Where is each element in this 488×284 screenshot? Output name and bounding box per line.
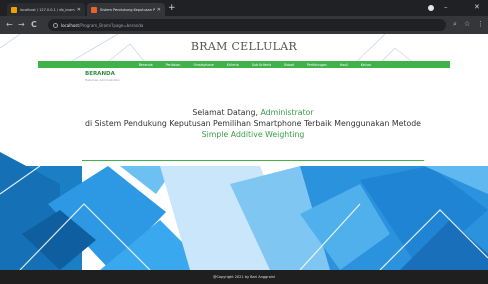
new-tab-icon[interactable]: + <box>168 3 176 13</box>
nav-perhitungan[interactable]: Perhitungan <box>307 63 327 67</box>
tab-title: localhost / 127.0.0.1 / db_bram <box>20 7 75 12</box>
nav-smartphone[interactable]: Smartphone <box>193 63 213 67</box>
copyright-text: @Copyright 2021 by Bari Anggraini <box>212 275 275 279</box>
page-subtitle: Halaman Administrator <box>85 78 120 82</box>
address-bar[interactable]: localhost /Program_Bram/?page=beranda <box>48 19 446 31</box>
method-name: Simple Additive Weighting <box>201 130 305 139</box>
main-nav: Beranda Penilaian Smartphone Kriteria Su… <box>38 61 450 68</box>
footer: @Copyright 2021 by Bari Anggraini <box>0 270 488 284</box>
url-host: localhost <box>61 22 79 28</box>
breadcrumb: BERANDA Halaman Administrator <box>82 69 424 85</box>
nav-sub-kriteria[interactable]: Sub Kriteria <box>252 63 271 67</box>
divider <box>82 160 424 161</box>
nav-beranda[interactable]: Beranda <box>139 63 153 67</box>
minimize-icon[interactable]: – <box>444 2 448 12</box>
welcome-greeting: Selamat Datang, Administrator <box>82 89 424 118</box>
site-info-icon[interactable] <box>53 22 58 28</box>
site-favicon-icon <box>91 6 97 13</box>
welcome-description: di Sistem Pendukung Keputusan Pemilihan … <box>85 119 421 128</box>
nav-bobot[interactable]: Bobot <box>284 63 294 67</box>
browser-tab-phpmyadmin[interactable]: localhost / 127.0.0.1 / db_bram ✕ <box>7 3 85 16</box>
browser-menu-icon[interactable]: ⋮ <box>477 20 484 29</box>
web-page: BRAM CELLULAR Beranda Penilaian Smartpho… <box>0 34 488 284</box>
greeting-text: Selamat Datang, <box>192 108 261 117</box>
browser-tab-strip: localhost / 127.0.0.1 / db_bram ✕ Sistem… <box>0 0 488 16</box>
site-title: BRAM CELLULAR <box>190 40 298 53</box>
bookmark-star-icon[interactable]: ☆ <box>464 20 470 29</box>
user-role: Administrator <box>260 108 314 117</box>
zoom-icon[interactable]: ⌕ <box>453 20 457 29</box>
nav-keluar[interactable]: Keluar <box>361 63 371 67</box>
close-window-icon[interactable]: ✕ <box>474 2 480 12</box>
tab-title: Sistem Pendukung Keputusan Pe <box>100 7 155 12</box>
page-title: BERANDA <box>85 71 115 77</box>
nav-hasil[interactable]: Hasil <box>340 63 348 67</box>
close-tab-icon[interactable]: ✕ <box>77 7 81 13</box>
profile-icon[interactable] <box>428 5 434 11</box>
nav-penilaian[interactable]: Penilaian <box>166 63 181 67</box>
reload-icon[interactable]: C <box>31 19 37 30</box>
nav-kriteria[interactable]: Kriteria <box>227 63 239 67</box>
phpmyadmin-favicon-icon <box>11 6 17 13</box>
url-path: /Program_Bram/?page=beranda <box>78 22 144 28</box>
browser-toolbar: ← → C localhost /Program_Bram/?page=bera… <box>0 16 488 34</box>
back-icon[interactable]: ← <box>6 19 13 30</box>
forward-icon[interactable]: → <box>18 19 25 30</box>
browser-tab-active[interactable]: Sistem Pendukung Keputusan Pe ✕ <box>87 3 165 16</box>
close-tab-icon[interactable]: ✕ <box>157 7 161 13</box>
welcome-panel: Selamat Datang, Administrator di Sistem … <box>82 89 424 159</box>
